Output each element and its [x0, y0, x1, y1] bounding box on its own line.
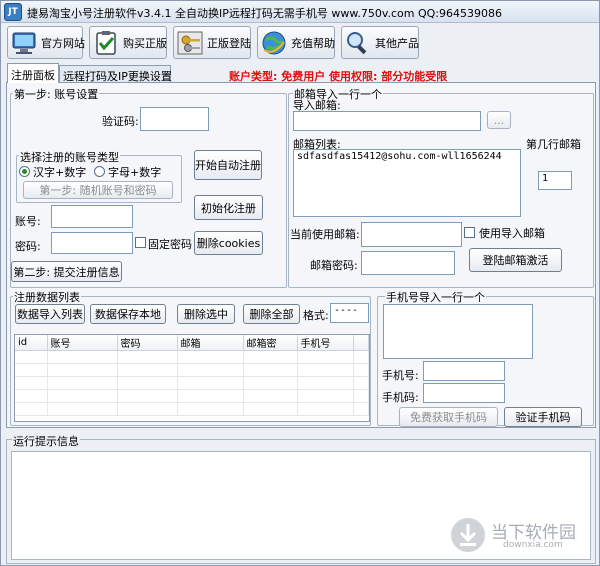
phone-number-label: 手机号: [382, 369, 419, 382]
start-auto-register-button[interactable]: 开始自动注册 [194, 150, 262, 180]
column-header-password[interactable]: 密码 [117, 335, 178, 351]
table-row[interactable] [15, 389, 369, 403]
phone-number-input[interactable] [423, 361, 505, 381]
other-products-label: 其他产品 [375, 36, 419, 50]
format-input[interactable]: ---- [330, 303, 369, 323]
phone-code-label: 手机码: [382, 391, 419, 404]
table-row[interactable] [15, 350, 369, 364]
buy-label: 购买正版 [123, 36, 167, 50]
account-settings-label: 第一步: 账号设置 [13, 86, 100, 102]
fixed-password-label: 固定密码 [148, 238, 192, 251]
table-row[interactable] [15, 376, 369, 390]
email-password-input[interactable] [361, 251, 455, 275]
app-icon: JT [4, 3, 22, 21]
login-label: 正版登陆 [207, 36, 251, 50]
line-email-label: 第几行邮箱 [526, 138, 581, 151]
column-header-id[interactable]: id [15, 335, 48, 351]
title-bar: JT 捷易淘宝小号注册软件v3.4.1 全自动换IP远程打码无需手机号 www.… [1, 1, 599, 23]
registration-data-label: 注册数据列表 [13, 289, 81, 305]
line-email-input[interactable]: 1 [538, 171, 572, 190]
email-list-value: sdfasdfas15412@sohu.com-wll1656244 [297, 151, 502, 162]
column-header-phone[interactable]: 手机号 [297, 335, 354, 351]
use-import-email-checkbox[interactable] [464, 227, 475, 238]
buy-button[interactable]: 购买正版 [89, 26, 167, 59]
table-row[interactable] [15, 363, 369, 377]
recharge-help-button[interactable]: 充值帮助 [257, 26, 335, 59]
fixed-password-checkbox[interactable] [135, 237, 146, 248]
email-password-label: 邮箱密码: [310, 259, 358, 272]
radio-hanzi-number[interactable] [19, 166, 30, 177]
watermark-url: downxia.com [503, 540, 563, 550]
column-header-email[interactable]: 邮箱 [177, 335, 244, 351]
verify-code-button[interactable]: 验证手机码 [504, 407, 582, 427]
registration-data-table[interactable]: id 账号 密码 邮箱 邮箱密 手机号 [14, 334, 370, 422]
email-list-textarea[interactable]: sdfasdfas15412@sohu.com-wll1656244 [293, 149, 521, 217]
radio-letter-number-label: 字母+数字 [108, 166, 162, 179]
globe-icon [262, 31, 286, 54]
table-row[interactable] [15, 402, 369, 416]
browse-email-button[interactable]: ... [487, 111, 511, 129]
window-title: 捷易淘宝小号注册软件v3.4.1 全自动换IP远程打码无需手机号 www.750… [27, 7, 502, 20]
clipboard-check-icon [96, 30, 116, 55]
table-header-row: id 账号 密码 邮箱 邮箱密 手机号 [15, 335, 369, 351]
computer-icon [12, 32, 36, 54]
tab-register-panel[interactable]: 注册面板 [7, 63, 59, 83]
tab-remote-ocr-settings[interactable]: 远程打码及IP更换设置 [59, 65, 172, 83]
radio-letter-number[interactable] [94, 166, 105, 177]
phone-import-label: 手机号导入一行一个 [385, 289, 486, 305]
column-header-email-password[interactable]: 邮箱密 [243, 335, 298, 351]
current-email-input[interactable] [361, 222, 462, 247]
delete-all-button[interactable]: 删除全部 [243, 304, 300, 324]
save-data-button[interactable]: 数据保存本地 [90, 304, 166, 324]
import-email-input[interactable] [293, 111, 481, 131]
password-input[interactable] [51, 232, 133, 254]
other-products-button[interactable]: 其他产品 [341, 26, 419, 59]
magnifier-icon [347, 31, 367, 54]
current-email-label: 当前使用邮箱: [290, 228, 360, 241]
keys-icon [177, 31, 203, 54]
login-email-activate-button[interactable]: 登陆邮箱激活 [469, 248, 562, 272]
app-window: JT 捷易淘宝小号注册软件v3.4.1 全自动换IP远程打码无需手机号 www.… [0, 0, 600, 566]
column-header-filler [353, 335, 369, 351]
register-panel: 第一步: 账号设置 验证码: 选择注册的账号类型 汉字+数字 字母+数字 第一步… [6, 82, 596, 428]
phone-code-input[interactable] [423, 383, 505, 403]
log-label: 运行提示信息 [12, 433, 80, 449]
phone-list-textarea[interactable] [383, 304, 533, 359]
import-data-button[interactable]: 数据导入列表 [15, 304, 85, 324]
captcha-label: 验证码: [102, 115, 139, 128]
delete-selected-button[interactable]: 删除选中 [177, 304, 235, 324]
official-site-button[interactable]: 官方网站 [7, 26, 85, 59]
delete-cookies-button[interactable]: 删除cookies [194, 231, 263, 255]
random-account-button[interactable]: 第一步: 随机账号和密码 [23, 181, 173, 199]
official-site-label: 官方网站 [41, 36, 85, 50]
toolbar: 官方网站 购买正版 正版登陆 充值帮助 其他产品 [1, 24, 599, 62]
account-label: 账号: [15, 215, 41, 228]
account-type-label: 选择注册的账号类型 [19, 149, 120, 165]
watermark-logo: 当下软件园 downxia.com [441, 514, 591, 559]
recharge-help-label: 充值帮助 [291, 36, 335, 50]
submit-registration-button[interactable]: 第二步: 提交注册信息 [11, 261, 122, 282]
radio-hanzi-number-label: 汉字+数字 [33, 166, 87, 179]
free-get-code-button[interactable]: 免费获取手机码 [399, 407, 498, 427]
column-header-account[interactable]: 账号 [47, 335, 118, 351]
format-label: 格式: [303, 309, 329, 322]
download-arrow-icon [451, 518, 485, 552]
use-import-email-label: 使用导入邮箱 [479, 227, 545, 240]
password-label: 密码: [15, 240, 41, 253]
captcha-input[interactable] [140, 107, 209, 131]
account-input[interactable] [51, 205, 133, 228]
init-register-button[interactable]: 初始化注册 [194, 195, 263, 220]
login-button[interactable]: 正版登陆 [173, 26, 251, 59]
